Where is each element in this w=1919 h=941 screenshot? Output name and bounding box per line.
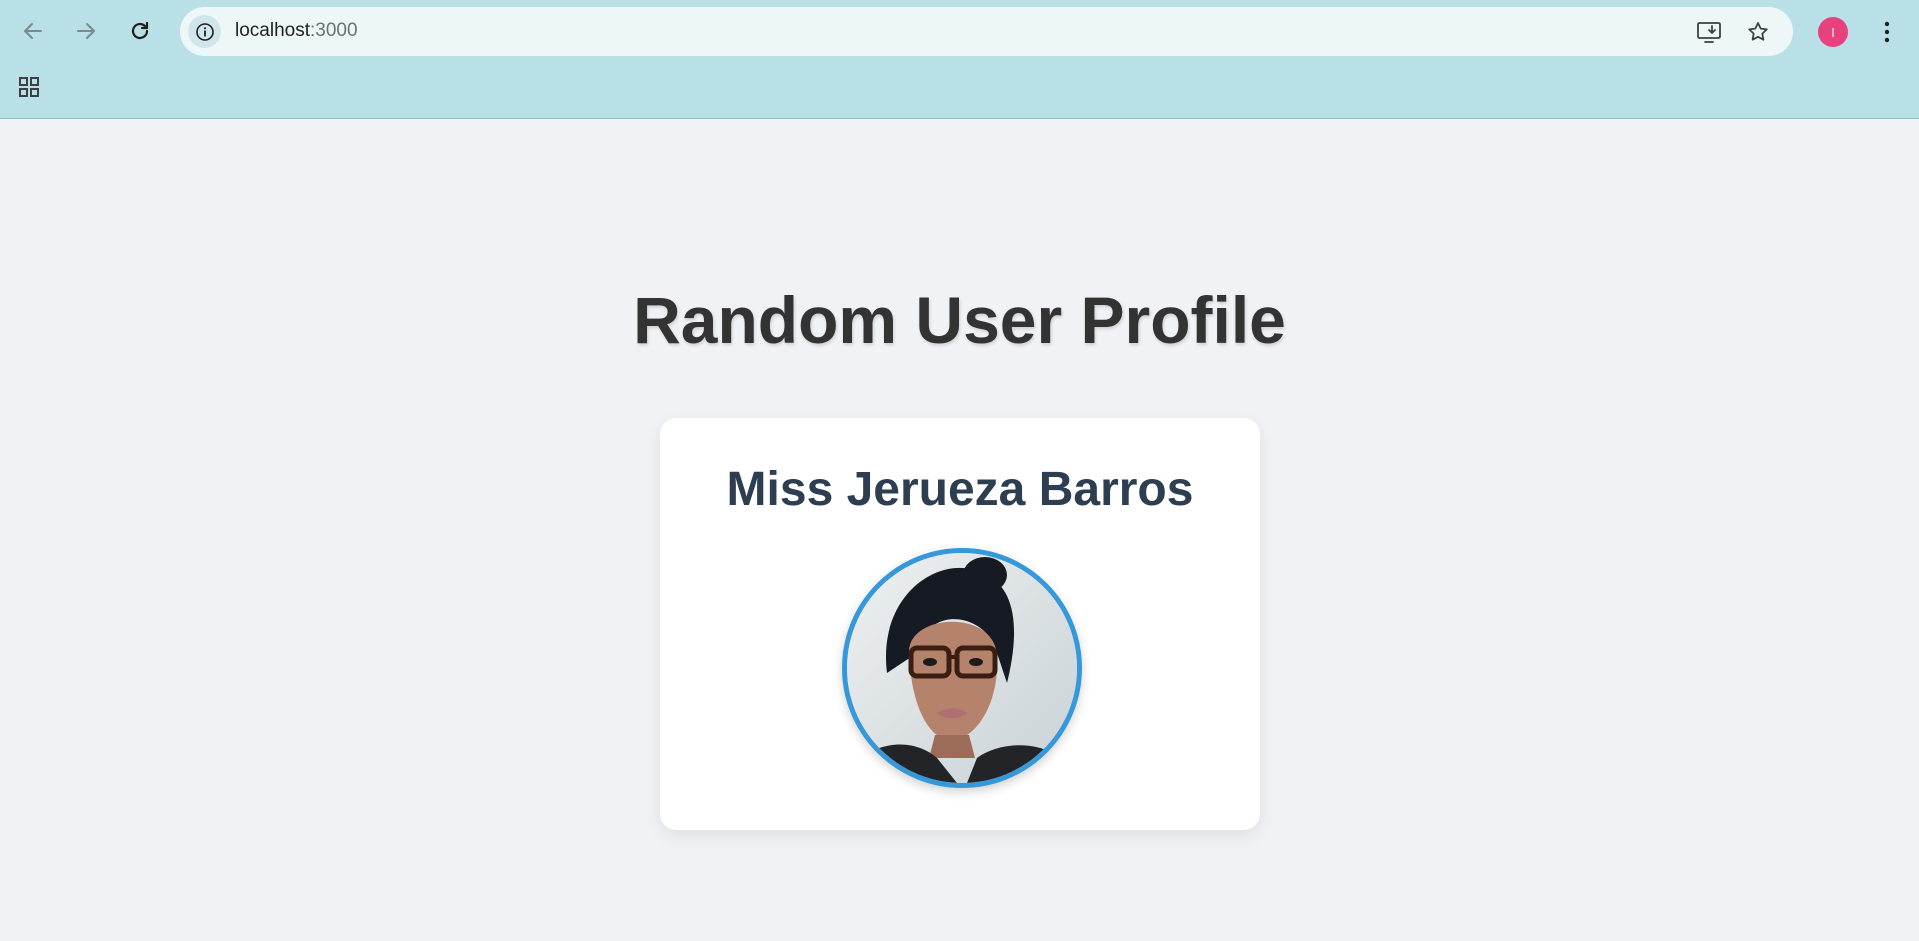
arrow-right-icon [77, 23, 95, 39]
browser-menu-button[interactable] [1875, 15, 1899, 49]
profile-card: Miss Jerueza Barros [660, 418, 1260, 830]
url-port: :3000 [310, 20, 358, 41]
user-name: Miss Jerueza Barros [726, 463, 1194, 516]
install-app-icon [1697, 22, 1721, 43]
page-title: Random User Profile [633, 283, 1286, 357]
browser-toolbar: localhost:3000 I [0, 0, 1919, 119]
profile-avatar[interactable]: I [1818, 17, 1848, 47]
site-info-button[interactable] [188, 15, 221, 48]
star-icon [1748, 22, 1768, 41]
url-host: localhost [235, 20, 310, 41]
reload-button[interactable] [122, 13, 158, 49]
url-text[interactable]: localhost:3000 [235, 20, 358, 42]
reload-icon [131, 21, 149, 40]
apps-grid-icon [19, 77, 39, 97]
forward-button[interactable] [68, 13, 104, 49]
info-icon [195, 22, 214, 41]
user-portrait-image [847, 553, 1077, 783]
apps-button[interactable] [15, 73, 43, 101]
back-button[interactable] [15, 13, 51, 49]
install-app-button[interactable] [1696, 19, 1722, 45]
bookmark-button[interactable] [1745, 19, 1771, 45]
address-bar[interactable]: localhost:3000 [180, 7, 1793, 56]
user-photo [842, 548, 1082, 788]
profile-initial: I [1831, 24, 1835, 40]
arrow-left-icon [24, 23, 42, 39]
kebab-menu-icon [1884, 21, 1890, 43]
